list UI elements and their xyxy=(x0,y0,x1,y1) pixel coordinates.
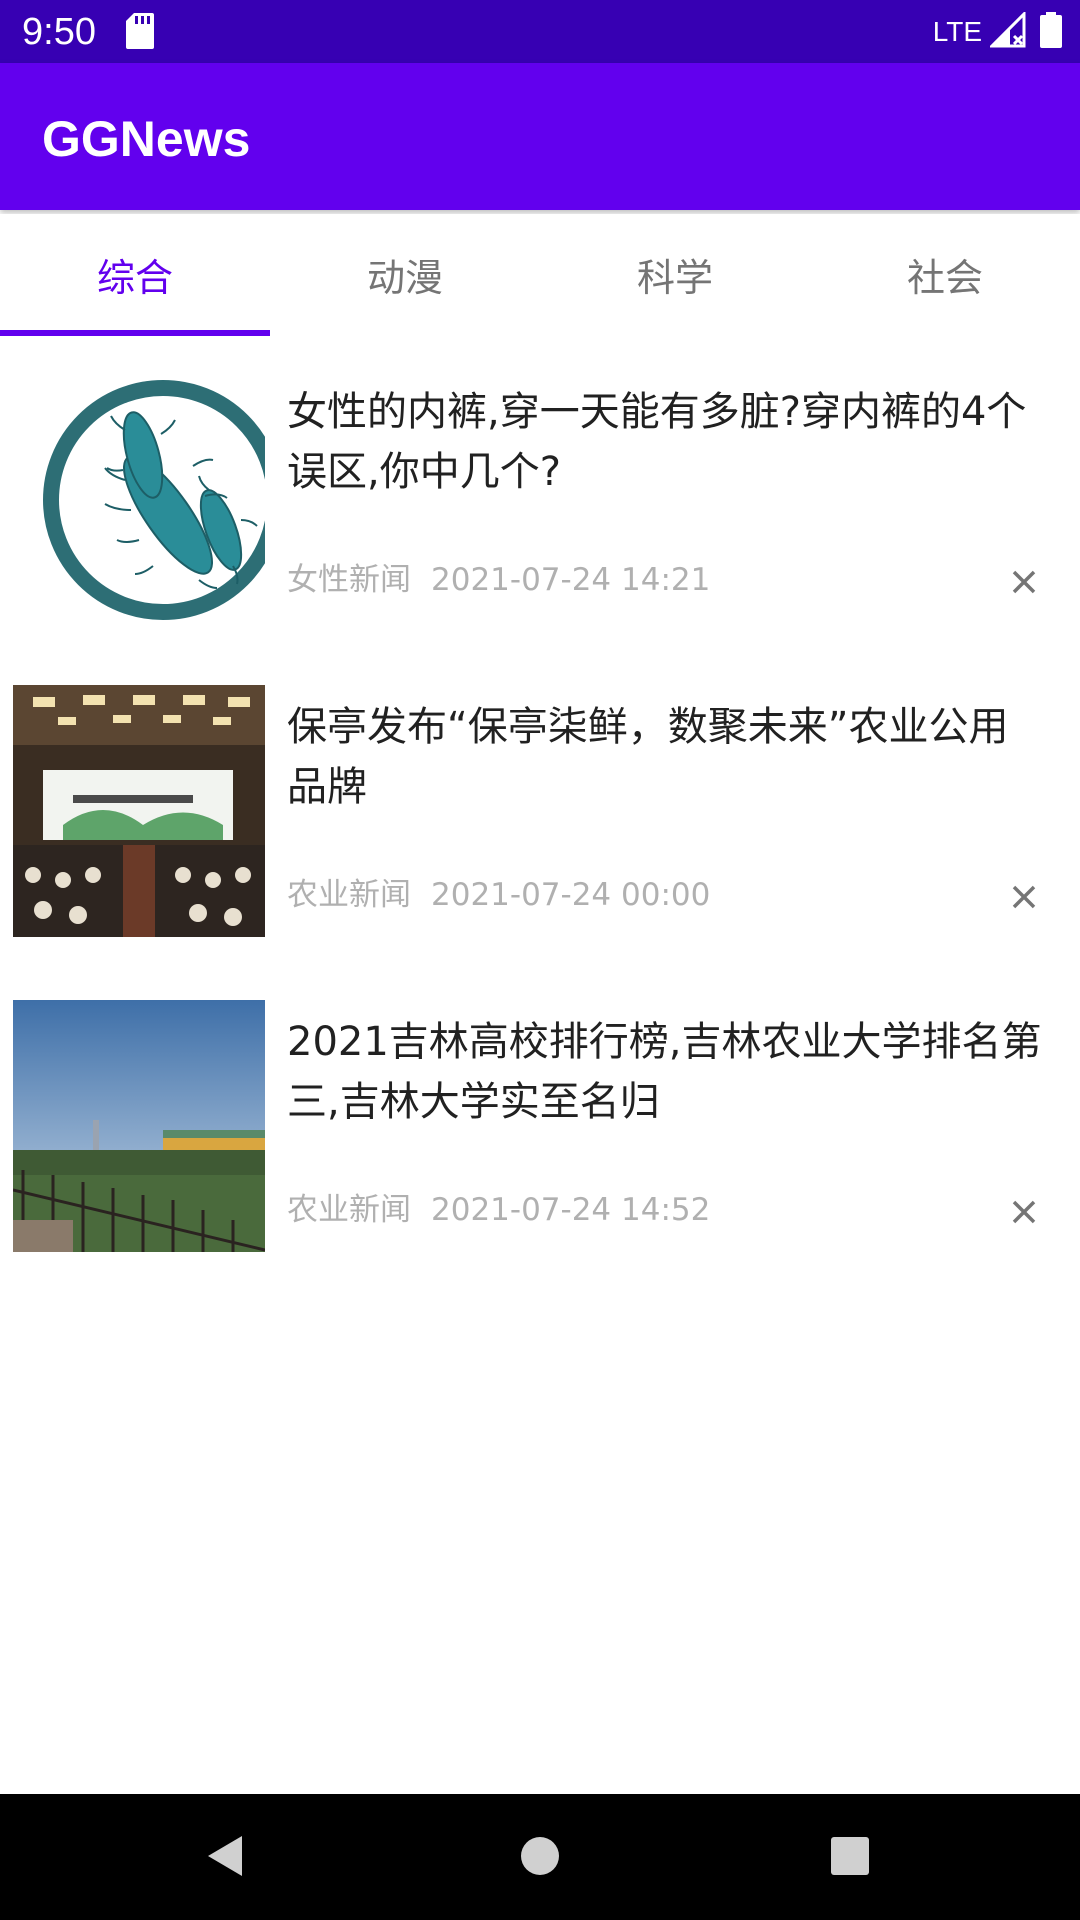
status-bar: 9:50 LTE xyxy=(0,0,1080,63)
tab-comprehensive[interactable]: 综合 xyxy=(0,214,270,334)
news-thumbnail xyxy=(13,370,265,622)
signal-icon xyxy=(988,10,1026,52)
news-time: 2021-07-24 14:52 xyxy=(431,1192,711,1228)
news-meta: 农业新闻 2021-07-24 14:52 xyxy=(287,1190,710,1230)
news-source: 农业新闻 xyxy=(287,1192,411,1228)
back-icon[interactable] xyxy=(196,1826,256,1886)
category-tabs: 综合 动漫 科学 社会 xyxy=(0,214,1080,334)
news-meta: 农业新闻 2021-07-24 00:00 xyxy=(287,875,710,915)
news-title[interactable]: 保亭发布“保亭柒鲜，数聚未来”农业公用品牌 xyxy=(287,697,1047,817)
tab-science[interactable]: 科学 xyxy=(540,214,810,334)
news-title[interactable]: 2021吉林高校排行榜,吉林农业大学排名第三,吉林大学实至名归 xyxy=(287,1012,1047,1132)
news-time: 2021-07-24 00:00 xyxy=(431,877,711,913)
home-icon[interactable] xyxy=(510,1826,570,1886)
news-source: 女性新闻 xyxy=(287,562,411,598)
news-item[interactable]: 女性的内裤,穿一天能有多脏?穿内裤的4个误区,你中几个? 女性新闻 2021-07… xyxy=(0,370,1080,622)
close-icon[interactable] xyxy=(1004,877,1044,917)
news-thumbnail xyxy=(13,685,265,937)
sd-card-icon xyxy=(126,13,154,53)
news-source: 农业新闻 xyxy=(287,877,411,913)
news-title[interactable]: 女性的内裤,穿一天能有多脏?穿内裤的4个误区,你中几个? xyxy=(287,382,1047,502)
tab-anime[interactable]: 动漫 xyxy=(270,214,540,334)
navigation-bar xyxy=(0,1794,1080,1920)
status-time: 9:50 xyxy=(22,11,96,53)
conference-hall-photo xyxy=(13,685,265,937)
bacteria-illustration xyxy=(13,370,265,622)
news-time: 2021-07-24 14:21 xyxy=(431,562,711,598)
recents-icon[interactable] xyxy=(820,1826,880,1886)
tab-society[interactable]: 社会 xyxy=(810,214,1080,334)
battery-icon xyxy=(1040,12,1062,52)
news-meta: 女性新闻 2021-07-24 14:21 xyxy=(287,560,710,600)
news-item[interactable]: 2021吉林高校排行榜,吉林农业大学排名第三,吉林大学实至名归 农业新闻 2021… xyxy=(0,1000,1080,1252)
tab-indicator xyxy=(0,330,270,336)
close-icon[interactable] xyxy=(1004,1192,1044,1232)
close-icon[interactable] xyxy=(1004,562,1044,602)
news-item[interactable]: 保亭发布“保亭柒鲜，数聚未来”农业公用品牌 农业新闻 2021-07-24 00:… xyxy=(0,685,1080,937)
app-title: GGNews xyxy=(42,111,251,167)
network-type: LTE xyxy=(932,16,982,47)
app-bar: GGNews xyxy=(0,63,1080,210)
campus-photo xyxy=(13,1000,265,1252)
news-thumbnail xyxy=(13,1000,265,1252)
